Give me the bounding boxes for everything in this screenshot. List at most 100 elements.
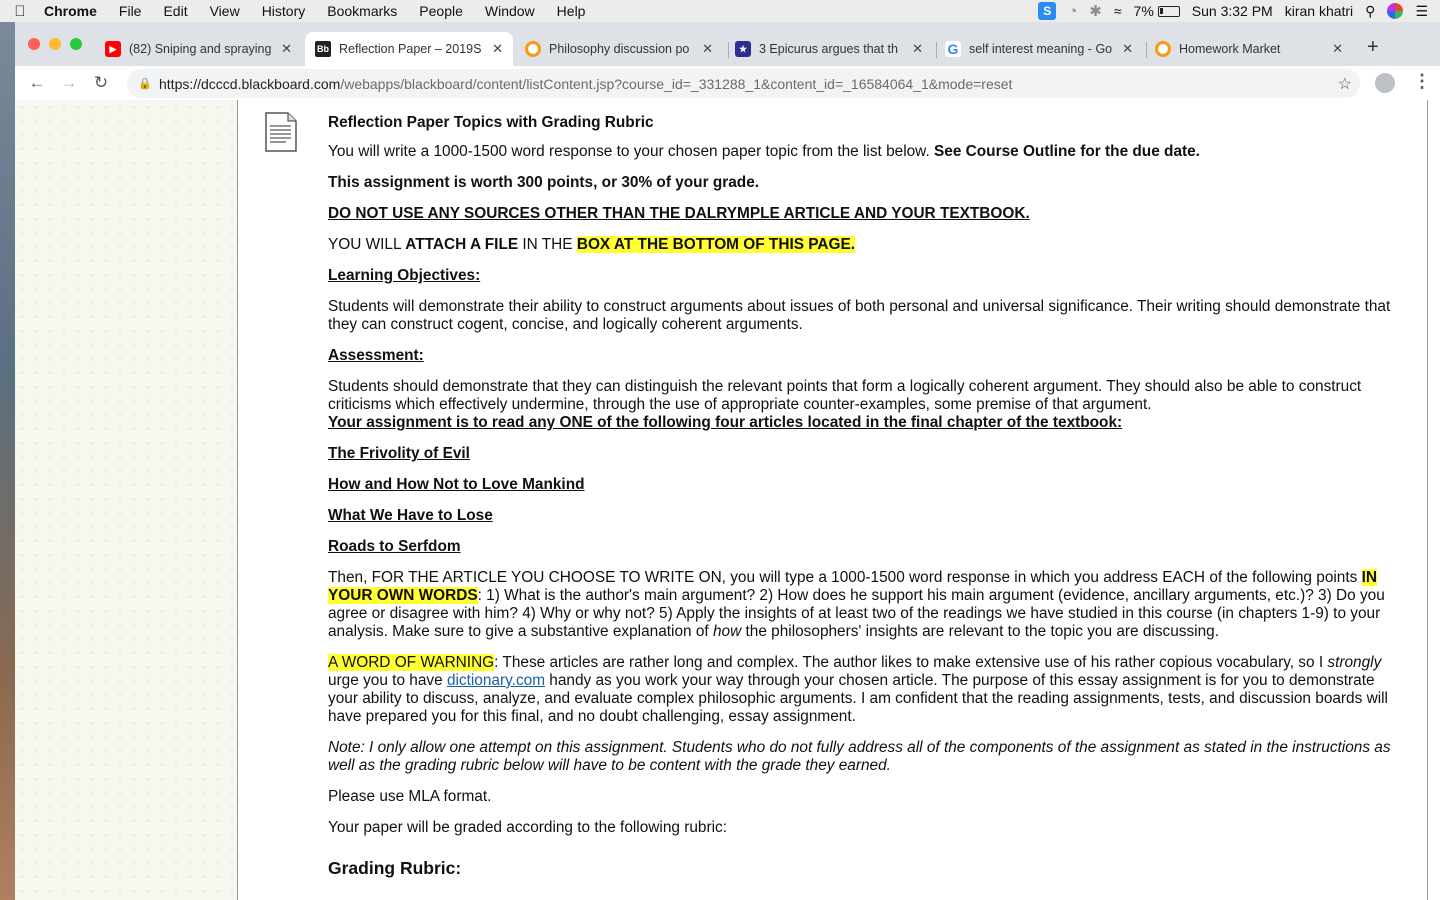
warning-highlight: A WORD OF WARNING (328, 654, 495, 671)
attach-text-a: YOU WILL (328, 236, 406, 253)
siri-icon[interactable] (1387, 3, 1404, 19)
macos-menu-bar:  Chrome File Edit View History Bookmark… (0, 0, 1440, 22)
assessment-block: Students should demonstrate that they ca… (328, 378, 1408, 432)
tab-youtube[interactable]: ▶ (82) Sniping and spraying ✕ (95, 32, 302, 66)
instructions-text-a: Then, FOR THE ARTICLE YOU CHOOSE TO WRIT… (328, 569, 1362, 586)
article-title: The Frivolity of Evil (328, 445, 470, 462)
tab-google-search[interactable]: G self interest meaning - Go ✕ (935, 32, 1143, 66)
apple-menu-icon[interactable]:  (0, 3, 40, 20)
warning-text-a: : These articles are rather long and com… (494, 654, 1328, 671)
menu-help[interactable]: Help (546, 3, 597, 19)
attach-highlight: BOX AT THE BOTTOM OF THIS PAGE. (576, 236, 856, 253)
tab-epicurus[interactable]: ★ 3 Epicurus argues that th ✕ (725, 32, 933, 66)
battery-icon (1157, 5, 1180, 17)
article-title: What We Have to Lose (328, 507, 493, 524)
document-icon[interactable] (264, 112, 298, 152)
google-icon: G (945, 41, 961, 57)
warning-paragraph: A WORD OF WARNING: These articles are ra… (328, 654, 1408, 726)
attach-text-b: ATTACH A FILE (405, 236, 519, 253)
browser-toolbar: ← → ↻ 🔒 https://dcccd.blackboard.com/web… (15, 66, 1440, 100)
reload-icon[interactable]: ↻ (85, 73, 117, 93)
homework-market-icon (1155, 41, 1171, 57)
instructions-text-c: the philosophers' insights are relevant … (741, 623, 1219, 640)
web-page: Reflection Paper Topics with Grading Rub… (15, 100, 1440, 900)
desktop-wallpaper (0, 22, 15, 900)
close-tab-icon[interactable]: ✕ (492, 41, 503, 57)
tab-title: Reflection Paper – 2019S (339, 42, 482, 56)
url-host: https://dcccd.blackboard.com (159, 75, 341, 92)
profile-avatar-icon[interactable] (1375, 73, 1395, 93)
tab-reflection-paper[interactable]: Bb Reflection Paper – 2019S ✕ (305, 32, 513, 66)
mla-note: Please use MLA format. (328, 788, 492, 805)
bookmark-star-icon[interactable]: ☆ (1338, 74, 1352, 94)
warning-emphasis: strongly (1327, 654, 1382, 671)
tab-homework-market[interactable]: Homework Market ✕ (1145, 32, 1353, 66)
objectives-text: Students will demonstrate their ability … (328, 298, 1391, 333)
menubar-user[interactable]: kiran khatri (1285, 3, 1353, 19)
article-title: Roads to Serfdom (328, 538, 461, 555)
close-tab-icon[interactable]: ✕ (1332, 41, 1343, 57)
attach-text-c: IN THE (518, 236, 577, 253)
tab-philosophy-discussion[interactable]: Philosophy discussion po ✕ (515, 32, 723, 66)
minimize-window-button[interactable] (49, 38, 61, 50)
tab-strip: ▶ (82) Sniping and spraying ✕ Bb Reflect… (15, 22, 1440, 66)
due-date-note: See Course Outline for the due date. (934, 143, 1200, 160)
content-panel: Reflection Paper Topics with Grading Rub… (237, 100, 1428, 900)
sync-status-icon[interactable]: ◔ (1068, 3, 1077, 20)
menu-file[interactable]: File (108, 3, 153, 19)
menu-bookmarks[interactable]: Bookmarks (316, 3, 408, 19)
instructions-paragraph: Then, FOR THE ARTICLE YOU CHOOSE TO WRIT… (328, 569, 1408, 641)
close-tab-icon[interactable]: ✕ (912, 41, 923, 57)
wifi-icon[interactable]: ≈ (1114, 3, 1122, 19)
assignment-content: Reflection Paper Topics with Grading Rub… (328, 114, 1408, 877)
item-title[interactable]: Reflection Paper Topics with Grading Rub… (328, 114, 1408, 132)
close-tab-icon[interactable]: ✕ (281, 41, 292, 57)
address-bar[interactable]: 🔒 https://dcccd.blackboard.com/webapps/b… (127, 69, 1360, 98)
skype-status-icon[interactable]: S (1038, 2, 1057, 20)
blackboard-icon: Bb (315, 41, 331, 57)
menu-edit[interactable]: Edit (152, 3, 198, 19)
menubar-clock[interactable]: Sun 3:32 PM (1192, 3, 1273, 19)
dictionary-link[interactable]: dictionary.com (447, 672, 545, 689)
intro-text: You will write a 1000-1500 word response… (328, 143, 934, 160)
course-menu-rail (15, 100, 237, 900)
star-badge-icon: ★ (735, 41, 751, 57)
menu-history[interactable]: History (251, 3, 317, 19)
menu-app-name[interactable]: Chrome (40, 3, 108, 19)
tab-title: 3 Epicurus argues that th (759, 42, 898, 56)
tab-title: Philosophy discussion po (549, 42, 690, 56)
notification-center-icon[interactable]: ☰ (1415, 3, 1428, 20)
menu-people[interactable]: People (408, 3, 474, 19)
menu-window[interactable]: Window (474, 3, 546, 19)
instructions-emphasis: how (712, 623, 742, 640)
article-title: How and How Not to Love Mankind (328, 476, 585, 493)
close-window-button[interactable] (28, 38, 40, 50)
objectives-heading: Learning Objectives: (328, 267, 481, 284)
intro-paragraph: You will write a 1000-1500 word response… (328, 143, 1408, 161)
warning-text-b: urge you to have (328, 672, 447, 689)
attempt-note: Note: I only allow one attempt on this a… (328, 739, 1391, 774)
window-controls (28, 38, 82, 50)
menu-view[interactable]: View (199, 3, 251, 19)
battery-percent: 7% (1133, 3, 1154, 19)
tab-title: self interest meaning - Go (969, 42, 1113, 56)
url-path: /webapps/blackboard/content/listContent.… (340, 75, 1013, 92)
chrome-menu-icon[interactable]: ⋮ (1413, 71, 1431, 92)
forward-arrow-icon[interactable]: → (53, 73, 85, 93)
assessment-heading: Assessment: (328, 347, 424, 364)
browser-window-frame: ▶ (82) Sniping and spraying ✕ Bb Reflect… (15, 22, 1440, 100)
zoom-window-button[interactable] (70, 38, 82, 50)
grading-rubric-heading: Grading Rubric: (328, 858, 462, 878)
assignment-line: Your assignment is to read any ONE of th… (328, 414, 1123, 431)
close-tab-icon[interactable]: ✕ (1122, 41, 1133, 57)
close-tab-icon[interactable]: ✕ (702, 41, 713, 57)
attach-instruction: YOU WILL ATTACH A FILE IN THE BOX AT THE… (328, 236, 1408, 254)
back-arrow-icon[interactable]: ← (21, 73, 53, 93)
new-tab-button[interactable]: + (1367, 36, 1379, 59)
spotlight-search-icon[interactable]: ⚲ (1365, 3, 1375, 20)
lock-icon[interactable]: 🔒 (131, 77, 159, 90)
tab-title: Homework Market (1179, 42, 1281, 56)
bluetooth-icon[interactable]: ✱ (1089, 2, 1102, 20)
battery-indicator[interactable]: 7% (1134, 3, 1180, 19)
youtube-icon: ▶ (105, 41, 121, 57)
